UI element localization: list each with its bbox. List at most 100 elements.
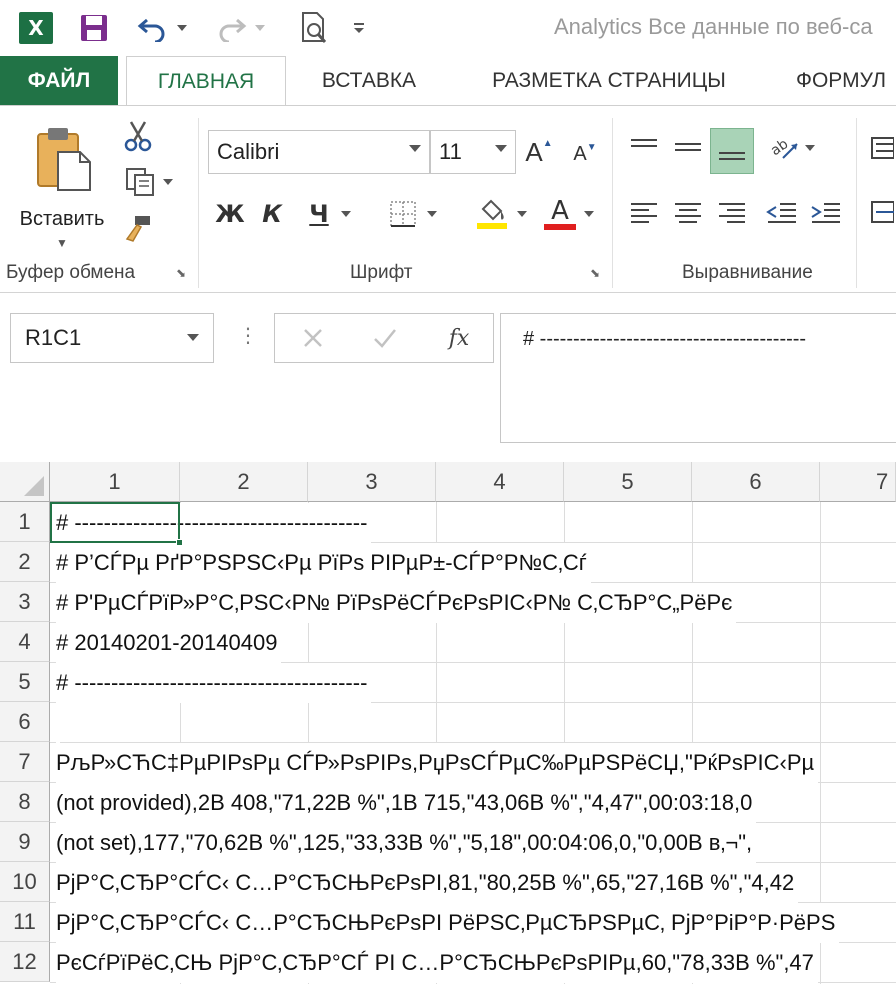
row-header-1[interactable]: 1 <box>0 502 50 542</box>
name-box[interactable]: R1C1 <box>10 313 214 363</box>
tab-formulas[interactable]: ФОРМУЛ <box>796 56 896 106</box>
customize-qat-button[interactable] <box>344 8 374 48</box>
row-header-12[interactable]: 12 <box>0 942 50 982</box>
format-painter-button[interactable] <box>118 208 158 248</box>
paste-button[interactable]: Вставить ▼ <box>10 120 106 252</box>
clipboard-group-label: Буфер обмена <box>6 262 136 283</box>
redo-dropdown-icon[interactable] <box>255 25 265 31</box>
font-size-box[interactable]: 11 <box>430 130 516 174</box>
excel-logo-icon[interactable]: X <box>16 8 56 48</box>
cell-r11c1[interactable]: РјР°С‚СЂР°СЃС‹ С…Р°СЂСЊРєРѕРІ РёРЅС‚РµСЂ… <box>56 903 840 943</box>
undo-button[interactable] <box>134 8 190 48</box>
confirm-entry-button[interactable] <box>365 318 405 358</box>
clipboard-launcher-icon[interactable]: ⬊ <box>176 266 190 280</box>
tab-home[interactable]: ГЛАВНАЯ <box>126 56 286 107</box>
cell-r1c1[interactable]: # --------------------------------------… <box>56 503 372 543</box>
bottom-align-button[interactable] <box>710 128 754 174</box>
cut-button[interactable] <box>118 116 158 156</box>
cell-r6c1[interactable] <box>56 703 60 743</box>
font-size-dropdown-icon[interactable] <box>495 145 507 152</box>
name-box-dropdown-icon[interactable] <box>187 334 199 341</box>
column-header-6[interactable]: 6 <box>692 462 820 502</box>
top-align-icon <box>631 139 657 147</box>
cell-r12c1[interactable]: РєСѓРїРёС‚СЊ РјР°С‚СЂР°СЃ РІ С…Р°СЂСЊРєР… <box>56 943 818 983</box>
cell-r10c1[interactable]: РјР°С‚СЂР°СЃС‹ С…Р°СЂСЊРєРѕРІ,81,"80,25В… <box>56 863 799 903</box>
cell-r5c1[interactable]: # --------------------------------------… <box>56 663 372 703</box>
underline-dropdown-icon[interactable] <box>340 211 351 217</box>
tab-file[interactable]: ФАЙЛ <box>0 56 118 106</box>
cell-r3c1[interactable]: # Р'РµСЃРїР»Р°С‚РЅС‹Р№ РїРѕРёСЃРєРѕРІС‹Р… <box>56 583 737 623</box>
cancel-entry-button[interactable] <box>293 318 333 358</box>
column-header-1[interactable]: 1 <box>50 462 180 502</box>
row-header-6[interactable]: 6 <box>0 702 50 742</box>
column-header-2[interactable]: 2 <box>180 462 308 502</box>
column-header-4[interactable]: 4 <box>436 462 564 502</box>
copy-dropdown-icon[interactable] <box>163 179 173 185</box>
wrap-text-button[interactable] <box>864 128 896 168</box>
middle-align-button[interactable] <box>668 128 708 168</box>
font-color-button[interactable]: A <box>538 194 600 234</box>
save-icon <box>81 15 107 41</box>
column-header-7[interactable]: 7 <box>820 462 896 502</box>
row-header-4[interactable]: 4 <box>0 622 50 662</box>
redo-button[interactable] <box>212 8 268 48</box>
row-header-8[interactable]: 8 <box>0 782 50 822</box>
row-header-10[interactable]: 10 <box>0 862 50 902</box>
row-header-7[interactable]: 7 <box>0 742 50 782</box>
column-header-5[interactable]: 5 <box>564 462 692 502</box>
bold-button[interactable]: Ж <box>212 194 248 234</box>
font-name-dropdown-icon[interactable] <box>409 145 421 152</box>
underline-label: Ч <box>309 200 329 228</box>
row-header-2[interactable]: 2 <box>0 542 50 582</box>
save-button[interactable] <box>74 8 114 48</box>
cell-r2c1[interactable]: # Р’СЃРµ РґР°РЅРЅС‹Рµ РїРѕ РІРµР±-СЃР°Р№… <box>56 543 591 583</box>
row-header-11[interactable]: 11 <box>0 902 50 942</box>
fill-color-dropdown-icon[interactable] <box>517 211 527 217</box>
select-all-corner[interactable] <box>0 462 50 502</box>
undo-dropdown-icon[interactable] <box>177 25 187 31</box>
print-preview-icon <box>302 12 327 43</box>
cell-r7c1[interactable]: РљР»СЋС‡РµРІРѕРµ СЃР»РѕРІРѕ,РџРѕСЃРµС‰Рµ… <box>56 743 819 783</box>
column-header-3[interactable]: 3 <box>308 462 436 502</box>
insert-function-button[interactable]: fx <box>439 318 479 358</box>
merge-center-button[interactable] <box>864 192 896 232</box>
orientation-button[interactable]: ab <box>762 128 822 168</box>
shrink-font-button[interactable]: A ▼ <box>570 136 600 172</box>
copy-button[interactable] <box>118 162 180 202</box>
formula-input[interactable]: # --------------------------------------… <box>500 313 896 443</box>
cell-r9c1[interactable]: (not set),177,"70,62В %",125,"33,33В %",… <box>56 823 757 863</box>
underline-button[interactable]: Ч <box>300 194 360 234</box>
cell-r8c1[interactable]: (not provided),2В 408,"71,22В %",1В 715,… <box>56 783 757 823</box>
format-painter-icon <box>125 216 150 242</box>
align-center-button[interactable] <box>668 192 708 232</box>
fx-icon: fx <box>448 325 470 351</box>
formula-bar-grip-icon[interactable]: ⋮ <box>238 323 258 348</box>
grow-font-button[interactable]: A ▲ <box>524 132 554 172</box>
borders-button[interactable] <box>382 194 444 234</box>
paste-dropdown-icon[interactable]: ▼ <box>56 236 68 250</box>
cell-r4c1[interactable]: # 20140201-20140409 <box>56 623 282 663</box>
row-header-9[interactable]: 9 <box>0 822 50 862</box>
fill-color-button[interactable] <box>470 194 532 234</box>
increase-indent-button[interactable] <box>806 192 846 232</box>
tab-insert[interactable]: ВСТАВКА <box>316 56 422 106</box>
font-launcher-icon[interactable]: ⬊ <box>590 266 604 280</box>
row-header-3[interactable]: 3 <box>0 582 50 622</box>
formula-buttons: fx <box>274 313 494 363</box>
decrease-indent-button[interactable] <box>762 192 802 232</box>
name-box-value: R1C1 <box>25 325 82 350</box>
align-left-button[interactable] <box>624 192 664 232</box>
font-color-dropdown-icon[interactable] <box>584 211 594 217</box>
orientation-dropdown-icon[interactable] <box>805 145 815 151</box>
borders-dropdown-icon[interactable] <box>427 211 437 217</box>
row-header-5[interactable]: 5 <box>0 662 50 702</box>
font-name-box[interactable]: Calibri <box>208 130 430 174</box>
scissors-icon <box>124 121 152 152</box>
top-align-button[interactable] <box>624 128 664 168</box>
alignment-group-label: Выравнивание <box>682 262 813 283</box>
align-right-button[interactable] <box>712 192 752 232</box>
print-preview-button[interactable] <box>294 8 334 48</box>
decrease-indent-icon <box>766 203 796 223</box>
tab-page-layout[interactable]: РАЗМЕТКА СТРАНИЦЫ <box>478 56 740 106</box>
italic-button[interactable]: К <box>256 194 288 234</box>
